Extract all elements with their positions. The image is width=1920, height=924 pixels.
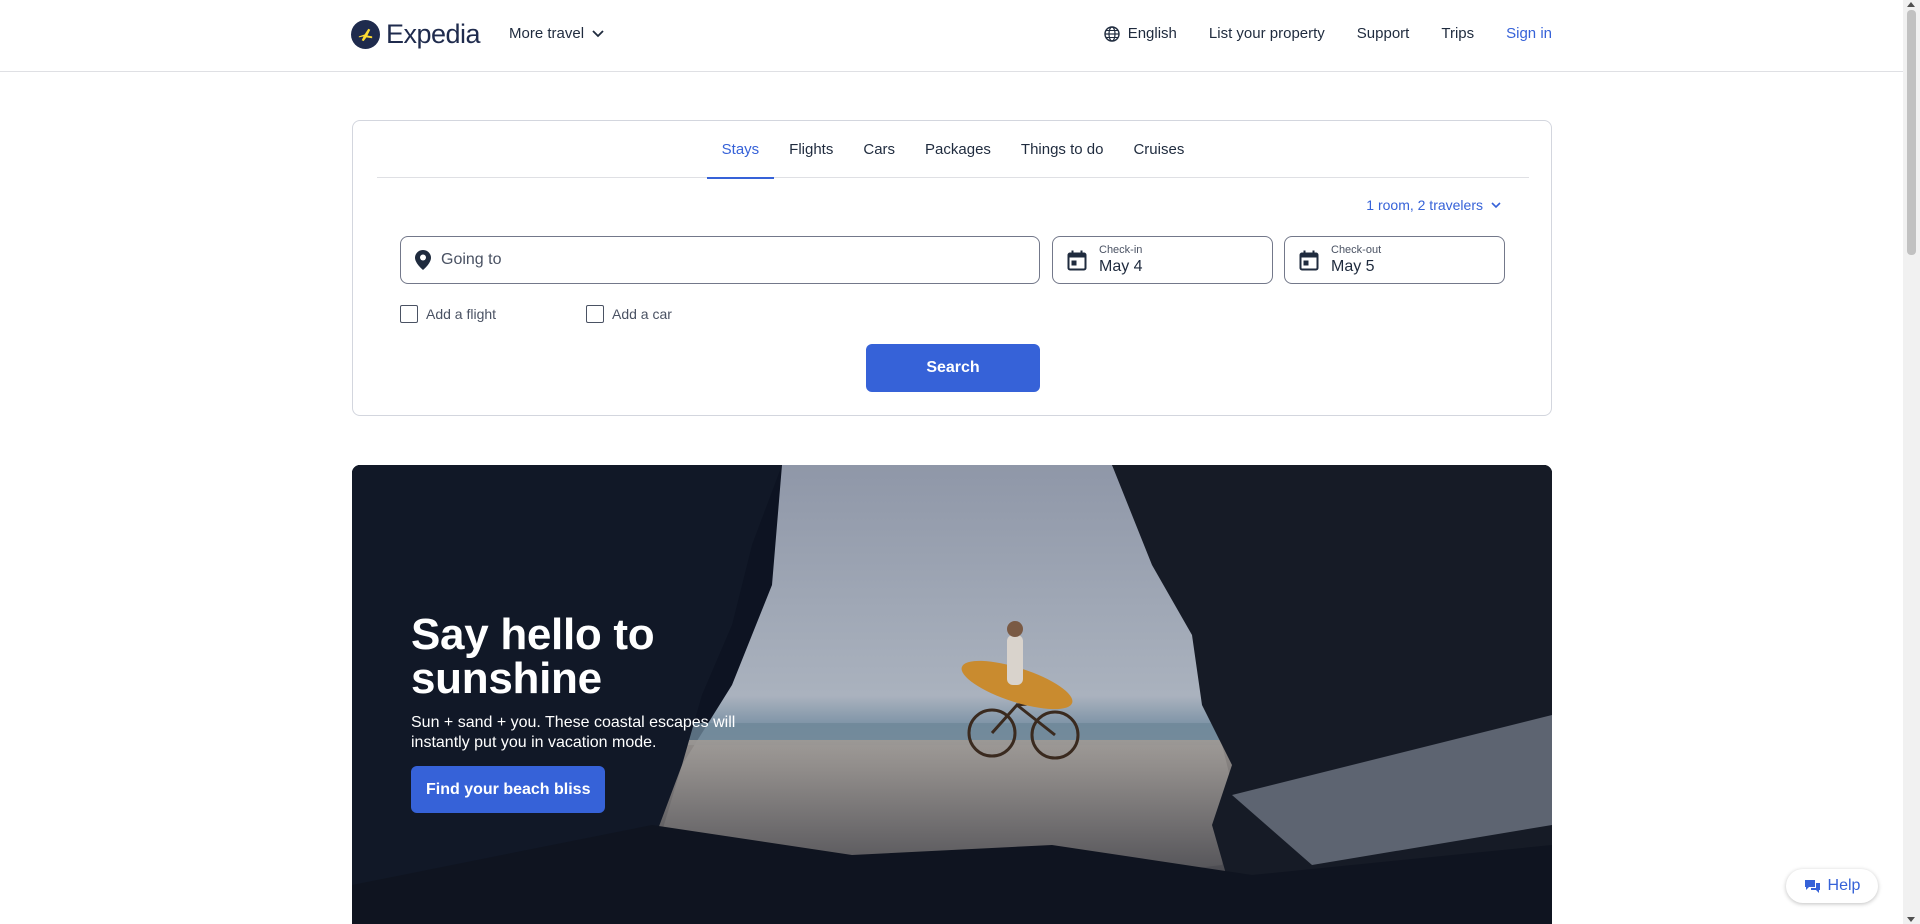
list-property-link[interactable]: List your property <box>1209 25 1325 42</box>
hero-banner: Say hello to sunshine Sun + sand + you. … <box>352 465 1552 924</box>
globe-icon <box>1104 25 1120 42</box>
check-in-label: Check-in <box>1099 244 1143 256</box>
help-button[interactable]: Help <box>1786 869 1878 903</box>
scroll-thumb[interactable] <box>1907 10 1916 255</box>
scroll-down-arrow-icon[interactable] <box>1907 917 1915 922</box>
calendar-icon <box>1299 250 1319 270</box>
help-label: Help <box>1827 877 1861 894</box>
search-button[interactable]: Search <box>866 344 1040 392</box>
tab-cruises[interactable]: Cruises <box>1118 121 1199 178</box>
checkbox-box[interactable] <box>400 305 418 323</box>
find-beach-bliss-button[interactable]: Find your beach bliss <box>411 766 606 813</box>
logo-text: Expedia <box>386 19 481 49</box>
travel-tabs: Stays Flights Cars Packages Things to do… <box>377 121 1529 179</box>
going-to-placeholder: Going to <box>441 251 502 268</box>
chat-bubbles-icon <box>1804 879 1820 893</box>
language-label: English <box>1127 25 1177 42</box>
header-nav: English List your property Support Trips… <box>1104 25 1552 42</box>
add-flight-checkbox[interactable]: Add a flight <box>400 305 496 323</box>
check-in-value: May 4 <box>1099 258 1143 275</box>
chevron-down-icon <box>1491 201 1501 208</box>
search-card: Stays Flights Cars Packages Things to do… <box>352 120 1552 416</box>
checkbox-box[interactable] <box>586 305 604 323</box>
expedia-logo[interactable]: Expedia <box>351 19 481 50</box>
page-scrollbar[interactable] <box>1903 0 1920 924</box>
sign-in-link[interactable]: Sign in <box>1506 25 1552 42</box>
check-out-value: May 5 <box>1331 258 1375 275</box>
hero-subtitle: Sun + sand + you. These coastal escapes … <box>411 714 736 751</box>
more-travel-menu[interactable]: More travel <box>509 25 604 42</box>
trips-link[interactable]: Trips <box>1441 25 1474 42</box>
tab-cars[interactable]: Cars <box>848 121 910 178</box>
travelers-label: 1 room, 2 travelers <box>1366 197 1483 213</box>
going-to-field[interactable]: Going to <box>400 236 1040 284</box>
tab-stays[interactable]: Stays <box>706 121 775 179</box>
check-out-field[interactable]: Check-out May 5 <box>1284 236 1505 284</box>
check-in-field[interactable]: Check-in May 4 <box>1052 236 1273 284</box>
chevron-down-icon <box>592 29 604 37</box>
check-out-label: Check-out <box>1331 244 1382 256</box>
add-flight-label: Add a flight <box>426 306 497 322</box>
tab-flights[interactable]: Flights <box>774 121 848 178</box>
tab-things-to-do[interactable]: Things to do <box>1006 121 1119 178</box>
language-selector[interactable]: English <box>1104 25 1177 42</box>
top-header: Expedia More travel English List your pr… <box>0 0 1903 72</box>
more-travel-label: More travel <box>509 25 585 42</box>
travelers-selector[interactable]: 1 room, 2 travelers <box>1366 197 1501 213</box>
support-link[interactable]: Support <box>1357 25 1410 42</box>
check-in-text: Check-in May 4 <box>1099 243 1143 277</box>
add-car-checkbox[interactable]: Add a car <box>586 305 672 323</box>
plane-globe-icon <box>351 20 380 49</box>
scroll-up-arrow-icon[interactable] <box>1907 2 1915 7</box>
check-out-text: Check-out May 5 <box>1331 243 1381 277</box>
tab-packages[interactable]: Packages <box>910 121 1006 178</box>
add-car-label: Add a car <box>612 306 672 322</box>
calendar-icon <box>1067 250 1087 270</box>
hero-title: Say hello to sunshine <box>411 610 655 703</box>
location-pin-icon <box>415 250 431 270</box>
